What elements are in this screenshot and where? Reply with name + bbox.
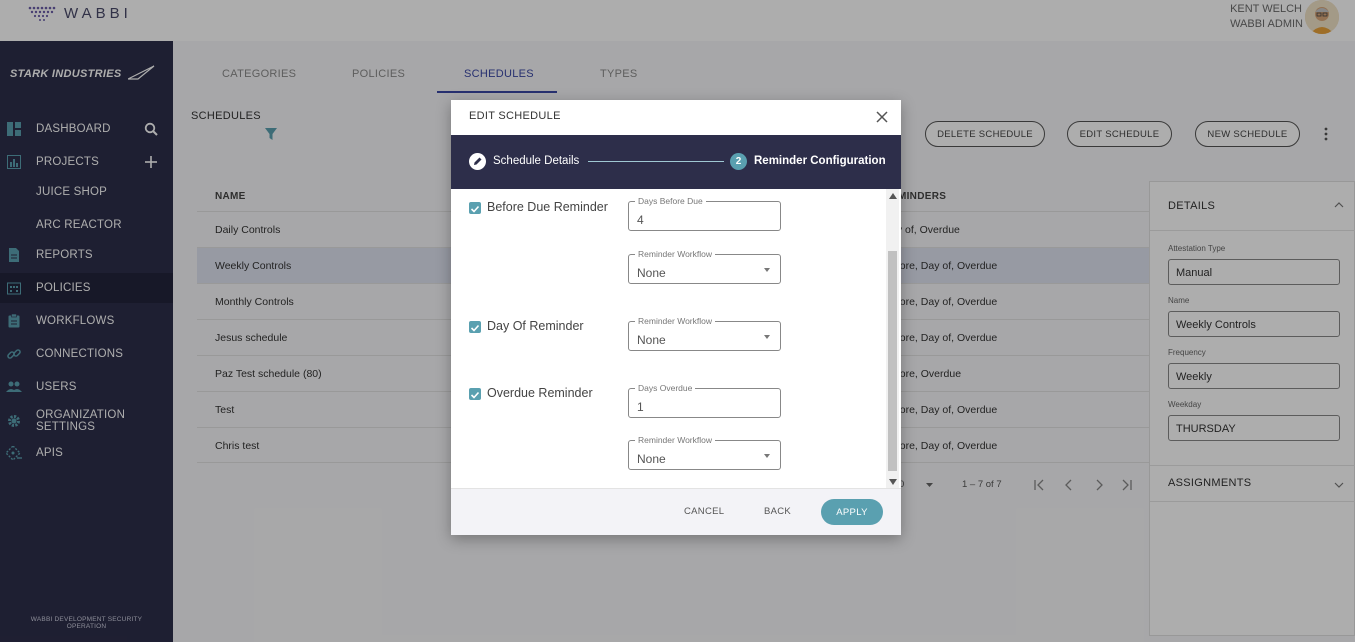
cancel-button[interactable]: CANCEL: [684, 506, 724, 517]
field-value: 4: [637, 213, 644, 227]
dialog-body: Before Due Reminder Days Before Due 4 Re…: [451, 189, 901, 489]
scroll-up-icon[interactable]: [889, 193, 897, 199]
day-of-workflow-select[interactable]: Reminder Workflow None: [628, 316, 781, 351]
stepper: Schedule Details 2 Reminder Configuratio…: [451, 135, 901, 189]
overdue-checkbox[interactable]: [469, 388, 481, 400]
scroll-thumb[interactable]: [888, 251, 897, 471]
dropdown-arrow-icon: [764, 335, 770, 339]
dialog-scrollbar[interactable]: [886, 189, 899, 488]
dropdown-arrow-icon: [764, 454, 770, 458]
day-of-checkbox[interactable]: [469, 321, 481, 333]
field-value: 1: [637, 400, 644, 414]
check-icon: [470, 324, 480, 332]
scroll-down-icon[interactable]: [889, 479, 897, 485]
day-of-label: Day Of Reminder: [487, 319, 584, 333]
apply-button[interactable]: APPLY: [821, 499, 883, 525]
dropdown-arrow-icon: [764, 268, 770, 272]
field-legend: Reminder Workflow: [635, 435, 716, 445]
overdue-label: Overdue Reminder: [487, 386, 593, 400]
check-icon: [470, 205, 480, 213]
before-due-label: Before Due Reminder: [487, 200, 608, 214]
close-icon[interactable]: [875, 110, 889, 124]
step-schedule-details[interactable]: Schedule Details: [493, 155, 579, 167]
field-legend: Reminder Workflow: [635, 249, 716, 259]
field-legend: Days Overdue: [635, 383, 696, 393]
check-icon: [470, 391, 480, 399]
days-before-due-input[interactable]: Days Before Due 4: [628, 196, 781, 231]
dialog-footer: CANCEL BACK APPLY: [451, 489, 901, 535]
days-overdue-input[interactable]: Days Overdue 1: [628, 383, 781, 418]
edit-step-icon[interactable]: [469, 153, 486, 170]
back-button[interactable]: BACK: [764, 506, 791, 517]
step-number-badge: 2: [730, 153, 747, 170]
field-value: None: [637, 452, 666, 466]
field-value: None: [637, 333, 666, 347]
field-value: None: [637, 266, 666, 280]
dialog-title: EDIT SCHEDULE: [469, 110, 561, 122]
step-connector: [588, 161, 724, 162]
step-reminder-configuration[interactable]: Reminder Configuration: [754, 155, 886, 167]
before-due-checkbox[interactable]: [469, 202, 481, 214]
before-due-workflow-select[interactable]: Reminder Workflow None: [628, 249, 781, 284]
edit-schedule-dialog: EDIT SCHEDULE Schedule Details 2 Reminde…: [451, 100, 901, 535]
overdue-workflow-select[interactable]: Reminder Workflow None: [628, 435, 781, 470]
field-legend: Days Before Due: [635, 196, 706, 206]
field-legend: Reminder Workflow: [635, 316, 716, 326]
